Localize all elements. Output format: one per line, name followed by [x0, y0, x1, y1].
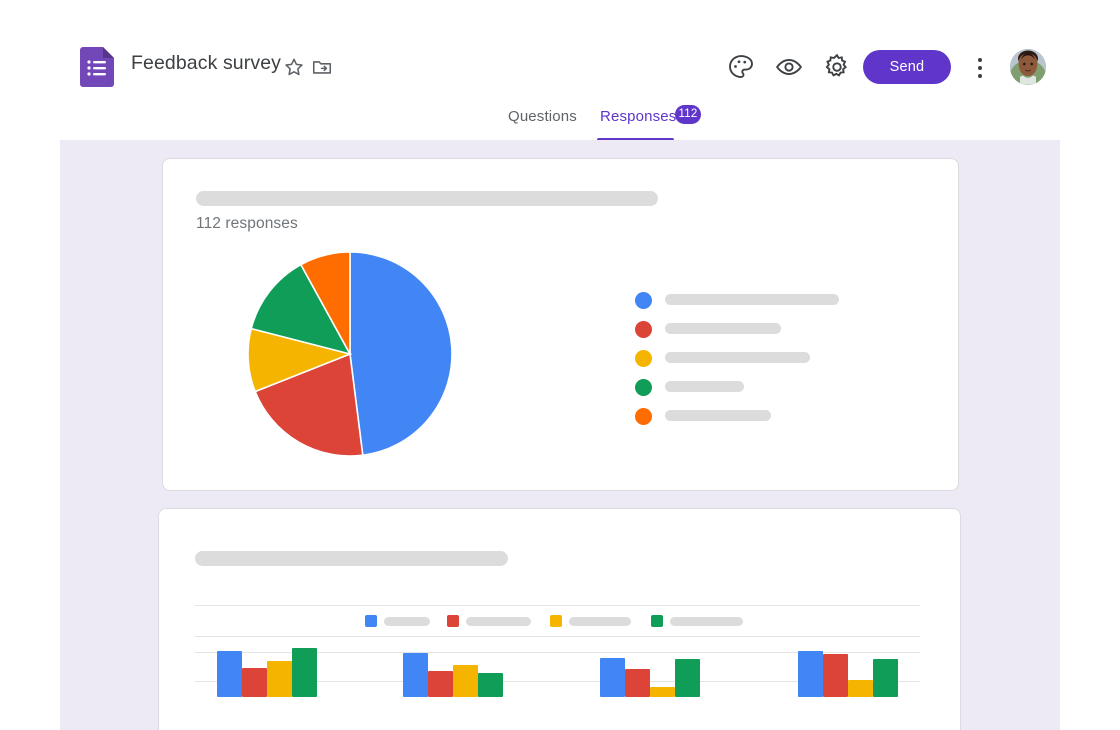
legend-label-placeholder: [665, 352, 810, 363]
legend-color-dot: [635, 321, 652, 338]
legend-label-placeholder: [665, 294, 839, 305]
bar-question-card: [158, 508, 961, 730]
tab-responses[interactable]: Responses: [600, 108, 676, 125]
legend-color-dot: [635, 350, 652, 367]
question-title-placeholder: [195, 551, 508, 566]
pie-chart-svg: [247, 251, 453, 457]
legend-label-placeholder: [665, 410, 771, 421]
responses-count-label: 112 responses: [196, 215, 298, 232]
bar[interactable]: [217, 650, 242, 697]
eye-preview-icon[interactable]: [774, 52, 804, 82]
legend-label-placeholder: [665, 381, 744, 392]
legend-label-placeholder: [466, 617, 531, 626]
bar[interactable]: [267, 661, 292, 697]
legend-label-placeholder: [569, 617, 631, 626]
user-avatar[interactable]: [1010, 49, 1046, 85]
bar[interactable]: [675, 658, 700, 697]
send-button[interactable]: Send: [863, 50, 951, 84]
legend-color-dot: [635, 408, 652, 425]
legend-color-swatch: [447, 615, 459, 627]
bar-chart-legend: [195, 605, 920, 636]
question-title-placeholder: [196, 191, 658, 206]
legend-label-placeholder: [665, 323, 781, 334]
pie-slice[interactable]: [349, 251, 453, 457]
bar[interactable]: [242, 668, 267, 697]
legend-label-placeholder: [670, 617, 743, 626]
legend-color-dot: [635, 379, 652, 396]
bar[interactable]: [848, 679, 873, 697]
more-vert-icon[interactable]: [971, 53, 989, 81]
bar[interactable]: [823, 654, 848, 697]
color-palette-icon[interactable]: [726, 52, 756, 82]
legend-color-swatch: [550, 615, 562, 627]
response-tabs: Questions Responses 112: [0, 105, 1120, 144]
bar[interactable]: [873, 658, 898, 697]
legend-color-swatch: [365, 615, 377, 627]
pie-question-card: 112 responses: [162, 158, 959, 491]
google-forms-icon[interactable]: [80, 47, 114, 87]
responses-count-badge: 112: [675, 105, 701, 124]
bar[interactable]: [625, 669, 650, 697]
pie-chart[interactable]: [247, 251, 453, 457]
legend-label-placeholder: [384, 617, 430, 626]
google-forms-responses-page: Feedback survey Send Questions Responses…: [0, 0, 1120, 730]
bar[interactable]: [478, 672, 503, 697]
bar[interactable]: [428, 671, 453, 697]
bar[interactable]: [600, 657, 625, 697]
bar[interactable]: [292, 648, 317, 697]
bar[interactable]: [650, 686, 675, 697]
bar[interactable]: [798, 650, 823, 697]
legend-color-dot: [635, 292, 652, 309]
app-header: Feedback survey Send: [0, 0, 1120, 104]
gear-settings-icon[interactable]: [822, 52, 852, 82]
legend-color-swatch: [651, 615, 663, 627]
document-title[interactable]: Feedback survey: [131, 52, 281, 75]
bar[interactable]: [453, 664, 478, 697]
legend-divider-bottom: [195, 636, 920, 637]
move-to-folder-icon[interactable]: [311, 56, 333, 78]
star-outline-icon[interactable]: [283, 56, 305, 78]
tab-questions[interactable]: Questions: [508, 108, 577, 125]
bar[interactable]: [403, 652, 428, 697]
bar-chart[interactable]: [195, 639, 920, 730]
